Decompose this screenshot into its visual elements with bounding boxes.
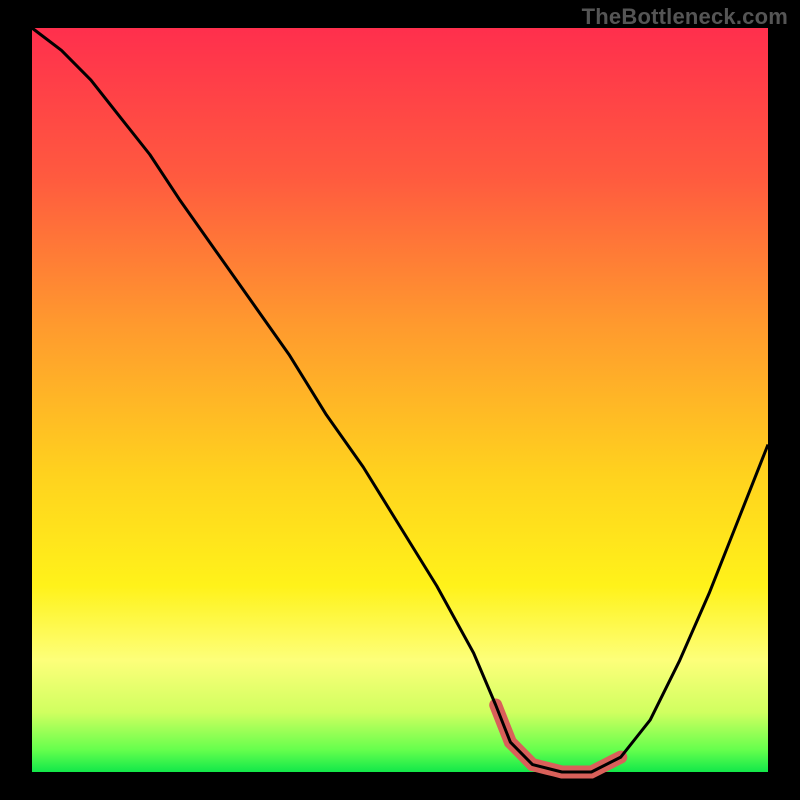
bottleneck-chart xyxy=(0,0,800,800)
plot-background xyxy=(32,28,768,772)
watermark-label: TheBottleneck.com xyxy=(582,4,788,30)
chart-frame: TheBottleneck.com xyxy=(0,0,800,800)
